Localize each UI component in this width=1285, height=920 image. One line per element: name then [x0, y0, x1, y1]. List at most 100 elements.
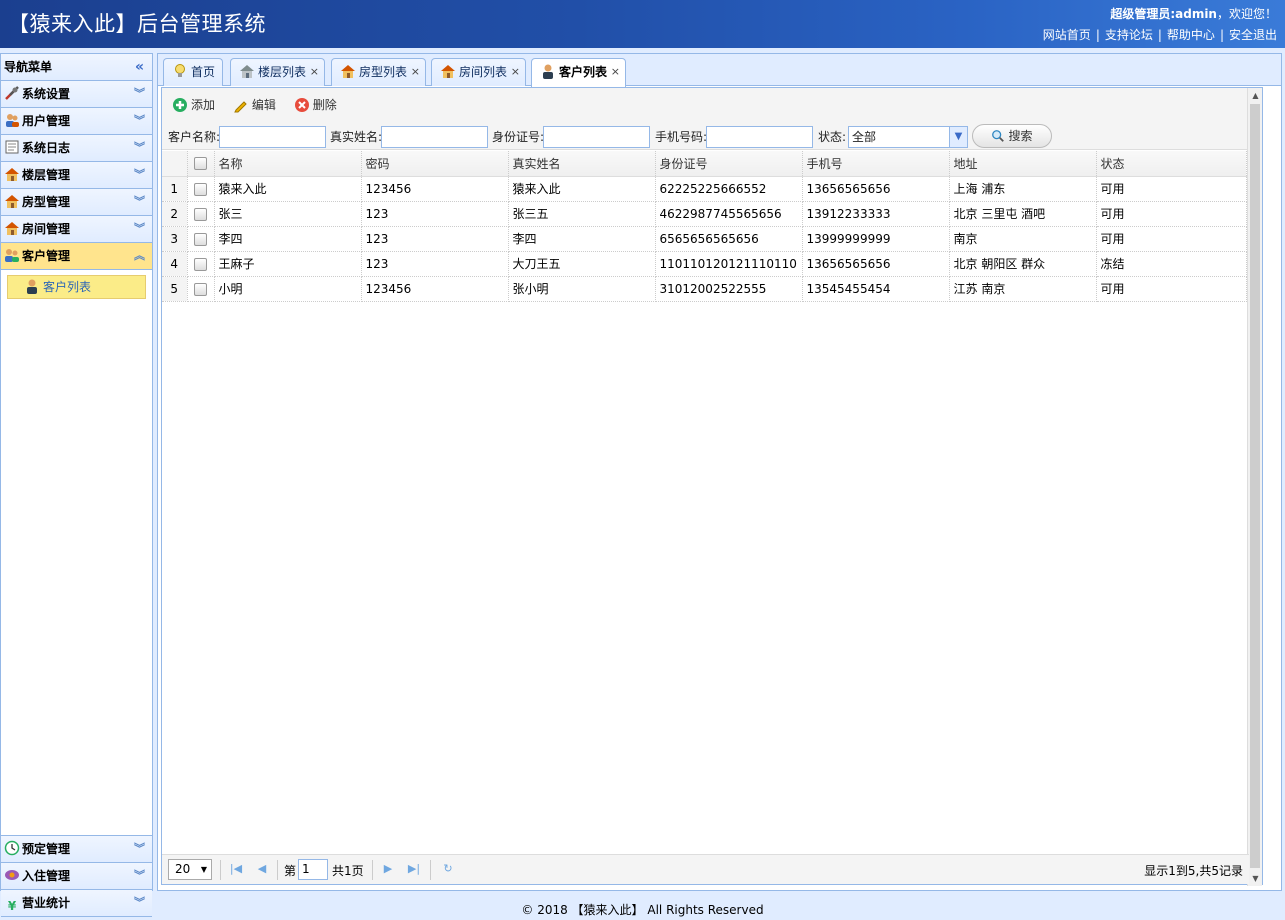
tab-room-list[interactable]: 房间列表 ×: [431, 58, 526, 86]
table-row[interactable]: 5 小明 123456 张小明 31012002522555 135454554…: [162, 276, 1247, 302]
idcard-input[interactable]: [543, 126, 650, 148]
chevron-down-icon: ︾: [134, 114, 145, 127]
realname-label: 真实姓名:: [330, 130, 383, 144]
close-icon[interactable]: ×: [310, 59, 319, 85]
table-row[interactable]: 4 王麻子 123 大刀王五 110110120121110110 136565…: [162, 251, 1247, 277]
clock-icon: [4, 840, 20, 856]
chevron-down-icon: ︾: [134, 195, 145, 208]
nav-item-customer-list[interactable]: 客户列表: [7, 275, 146, 299]
nav-group-label: 系统日志: [22, 141, 71, 155]
pagination-bar: 20 ▼ |◀ ◀ 第 1 共1页 ▶ ▶| ↻ 显示1到5,共5记录: [162, 854, 1249, 884]
collapse-left-icon[interactable]: «: [135, 54, 144, 80]
delete-button[interactable]: 删除: [294, 96, 337, 113]
column-header-name[interactable]: 名称: [214, 151, 362, 177]
nav-group-reservation-management[interactable]: 预定管理 ︾: [1, 836, 152, 863]
link-site-home[interactable]: 网站首页: [1043, 28, 1091, 42]
edit-button[interactable]: 编辑: [233, 96, 276, 113]
next-page-icon[interactable]: ▶: [380, 861, 396, 877]
app-header: 【猿来入此】后台管理系统 超级管理员:admin，欢迎您！ 网站首页 | 支持论坛 |…: [0, 0, 1285, 48]
page-size-select[interactable]: 20 ▼: [168, 859, 212, 880]
tab-room-type-list[interactable]: 房型列表 ×: [331, 58, 426, 86]
nav-group-system-settings[interactable]: 系统设置 ︾: [1, 81, 152, 108]
link-logout[interactable]: 安全退出: [1229, 28, 1277, 42]
page-total: 共1页: [332, 864, 364, 878]
nav-group-label: 入住管理: [22, 869, 71, 883]
status-label: 状态:: [818, 130, 847, 144]
cell-status: 可用: [1096, 276, 1247, 302]
name-input[interactable]: [219, 126, 326, 148]
close-icon[interactable]: ×: [511, 59, 520, 85]
tab-home[interactable]: 首页: [163, 58, 223, 86]
grid-header-row: 名称 密码 真实姓名 身份证号 手机号 地址 状态: [162, 151, 1247, 177]
nav-group-room-type-management[interactable]: 房型管理 ︾: [1, 189, 152, 216]
table-row[interactable]: 1 猿来入此 123456 猿来入此 62225225666552 136565…: [162, 176, 1247, 202]
column-header-realname[interactable]: 真实姓名: [508, 151, 656, 177]
row-checkbox[interactable]: [194, 207, 207, 221]
nav-group-customer-management[interactable]: 客户管理 ︽: [1, 243, 152, 270]
row-checkbox-cell: [187, 226, 215, 252]
nav-group-system-log[interactable]: 系统日志 ︾: [1, 135, 152, 162]
cell-name: 猿来入此: [214, 176, 362, 202]
customer-grid: 名称 密码 真实姓名 身份证号 手机号 地址 状态 1 猿来入此 123456: [162, 151, 1247, 302]
search-icon: [992, 130, 1005, 142]
prev-page-icon[interactable]: ◀: [254, 861, 270, 877]
nav-group-user-management[interactable]: 用户管理 ︾: [1, 108, 152, 135]
close-icon[interactable]: ×: [411, 59, 420, 85]
scroll-up-icon[interactable]: ▲: [1248, 88, 1263, 103]
row-number: 5: [162, 276, 188, 302]
table-row[interactable]: 2 张三 123 张三五 4622987745565656 1391223333…: [162, 201, 1247, 227]
nav-group-checkin-management[interactable]: 入住管理 ︾: [1, 863, 152, 890]
row-checkbox[interactable]: [194, 232, 207, 246]
chevron-down-icon: ︾: [134, 869, 145, 882]
row-number: 1: [162, 176, 188, 202]
users-icon: [6, 114, 19, 127]
table-row[interactable]: 3 李四 123 李四 6565656565656 13999999999 南京…: [162, 226, 1247, 252]
row-checkbox[interactable]: [194, 182, 207, 196]
nav-group-floor-management[interactable]: 楼层管理 ︾: [1, 162, 152, 189]
row-checkbox[interactable]: [194, 282, 207, 296]
search-button[interactable]: 搜索: [972, 124, 1052, 148]
cell-password: 123456: [361, 276, 509, 302]
add-icon: [173, 98, 187, 112]
link-forum[interactable]: 支持论坛: [1105, 28, 1153, 42]
cell-mobile: 13656565656: [802, 176, 950, 202]
vertical-scrollbar[interactable]: ▲ ▼: [1247, 88, 1262, 886]
column-header-address[interactable]: 地址: [949, 151, 1097, 177]
first-page-icon[interactable]: |◀: [228, 861, 244, 877]
status-value: 全部: [852, 130, 877, 144]
toolbar: 添加 编辑 删除: [162, 88, 1262, 122]
chevron-down-icon: ▼: [949, 127, 967, 147]
tab-label: 首页: [191, 65, 216, 79]
column-header-status[interactable]: 状态: [1096, 151, 1247, 177]
column-header-mobile[interactable]: 手机号: [802, 151, 950, 177]
scroll-down-icon[interactable]: ▼: [1248, 871, 1263, 886]
cell-address: 北京 朝阳区 群众: [949, 251, 1097, 277]
cell-idcard: 31012002522555: [655, 276, 803, 302]
last-page-icon[interactable]: ▶|: [406, 861, 422, 877]
select-all-checkbox[interactable]: [194, 157, 207, 171]
add-button[interactable]: 添加: [172, 96, 215, 113]
cell-realname: 张小明: [508, 276, 656, 302]
refresh-icon[interactable]: ↻: [440, 861, 456, 877]
cell-realname: 李四: [508, 226, 656, 252]
row-checkbox-cell: [187, 251, 215, 277]
tab-floor-list[interactable]: 楼层列表 ×: [230, 58, 325, 86]
close-icon[interactable]: ×: [611, 59, 620, 85]
search-button-label: 搜索: [1008, 129, 1033, 143]
chevron-down-icon: ︾: [134, 141, 145, 154]
nav-group-room-management[interactable]: 房间管理 ︾: [1, 216, 152, 243]
link-help[interactable]: 帮助中心: [1167, 28, 1215, 42]
realname-input[interactable]: [381, 126, 488, 148]
status-select[interactable]: 全部 ▼: [848, 126, 968, 148]
nav-group-label: 用户管理: [22, 114, 71, 128]
page-number-input[interactable]: 1: [298, 859, 328, 880]
column-header-idcard[interactable]: 身份证号: [655, 151, 803, 177]
cell-mobile: 13545455454: [802, 276, 950, 302]
tab-customer-list[interactable]: 客户列表 ×: [531, 58, 626, 87]
tab-label: 客户列表: [559, 65, 608, 79]
row-checkbox[interactable]: [194, 257, 207, 271]
column-header-password[interactable]: 密码: [361, 151, 509, 177]
scroll-thumb[interactable]: [1250, 104, 1260, 868]
mobile-input[interactable]: [706, 126, 813, 148]
page-prefix: 第: [284, 864, 297, 878]
